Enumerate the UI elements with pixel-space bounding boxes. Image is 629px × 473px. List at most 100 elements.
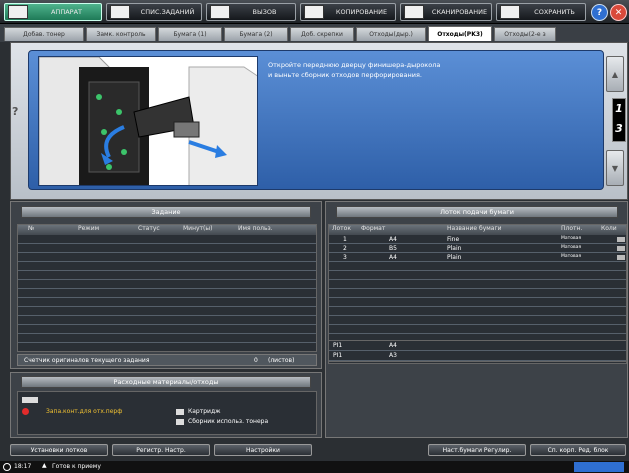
col-quantity: Коли [601, 225, 617, 232]
table-row[interactable] [18, 307, 316, 316]
edit-block-button[interactable]: Сп. корп. Ред. блок [530, 444, 626, 456]
copy-button[interactable]: КОПИРОВАНИЕ [300, 3, 396, 21]
paper-level-icon [617, 237, 625, 242]
status-time: 18:17 [14, 463, 32, 470]
tab-add-toner[interactable]: Добав. тонер [4, 27, 84, 41]
tray-number: 2 [343, 245, 347, 252]
page-up-button[interactable]: ▲ [606, 56, 624, 92]
col-number: № [28, 225, 35, 232]
page-indicator: 1 3 [612, 98, 626, 142]
counter-label: Счетчик оригиналов текущего задания [24, 357, 150, 364]
job-list-button[interactable]: СПИС.ЗАДАНИЙ [106, 3, 202, 21]
page-total: 3 [615, 122, 623, 135]
table-row[interactable] [329, 280, 626, 289]
tray-number: 1 [343, 236, 347, 243]
table-row[interactable]: 1 A4 Fine Матовая [329, 235, 626, 244]
tab-add-staples[interactable]: Доб. скрепки [290, 27, 354, 41]
table-row[interactable] [329, 307, 626, 316]
table-row[interactable]: PI1 A4 [329, 341, 626, 351]
status-bar: 18:17 ▲ Готов к приему [0, 461, 629, 473]
drum-icon [22, 397, 38, 403]
alert-icon [22, 408, 29, 415]
output-tray-table: PI1 A4 PI1 A3 [328, 340, 627, 362]
table-row[interactable] [18, 316, 316, 325]
table-row[interactable] [18, 334, 316, 343]
table-row[interactable] [18, 271, 316, 280]
punch-waste-alert: Запа.конт.для отх.перф [46, 408, 123, 415]
table-row[interactable] [18, 298, 316, 307]
tray-number: 3 [343, 254, 347, 261]
paper-tray-panel-title: Лоток подачи бумаги [336, 206, 618, 218]
tab-punch-waste[interactable]: Отходы(дыр.) [356, 27, 426, 41]
help-button[interactable]: ? [591, 4, 608, 21]
tab-paper-1[interactable]: Бумага (1) [158, 27, 222, 41]
table-row[interactable] [329, 271, 626, 280]
tray-weight: Матовая [561, 245, 582, 250]
tray-size: A4 [389, 236, 397, 243]
tab-paper-2[interactable]: Бумага (2) [224, 27, 288, 41]
store-button[interactable]: СОХРАНИТЬ [496, 3, 586, 21]
table-row[interactable]: 3 A4 Plain Матовая [329, 253, 626, 262]
counter-unit: (листов) [268, 357, 295, 364]
jobs-panel: Задание № Режим Статус Минут(ы) Имя поль… [10, 201, 322, 369]
tray-weight: Матовая [561, 254, 582, 259]
table-row[interactable]: PI1 A3 [329, 351, 626, 361]
paper-level-icon [617, 246, 625, 251]
table-row[interactable] [329, 298, 626, 307]
job-list-icon [110, 5, 130, 19]
paper-tray-panel: Лоток подачи бумаги Лоток Формат Названи… [325, 201, 628, 438]
page-current: 1 [615, 102, 623, 115]
table-row[interactable] [18, 235, 316, 244]
instruction-line-2: и выньте сборник отходов перфорирования. [268, 71, 422, 79]
table-row[interactable] [329, 289, 626, 298]
recall-button[interactable]: ВЫЗОВ [206, 3, 296, 21]
cartridge-icon [176, 409, 184, 415]
tray-settings-button[interactable]: Установки лотков [10, 444, 108, 456]
table-row[interactable] [329, 316, 626, 325]
col-paper-name: Название бумаги [447, 225, 502, 232]
jobs-panel-title: Задание [21, 206, 311, 218]
output-tray: PI1 [333, 352, 343, 359]
consumables-panel-title: Расходные материалы/отходы [21, 376, 311, 388]
finisher-diagram-icon [39, 57, 257, 185]
tab-closed-control[interactable]: Замк. контроль [86, 27, 156, 41]
counter-value: 0 [254, 357, 258, 364]
machine-button[interactable]: АППАРАТ [4, 3, 102, 21]
jobs-table-header: № Режим Статус Минут(ы) Имя польз. [18, 225, 316, 235]
paper-level-icon [617, 255, 625, 260]
paper-adjust-button[interactable]: Наст.бумаги Регулир. [428, 444, 526, 456]
guide-help-mark: ? [12, 105, 19, 118]
jobs-table: № Режим Статус Минут(ы) Имя польз. [17, 224, 317, 352]
page-down-button[interactable]: ▼ [606, 150, 624, 186]
table-row[interactable] [18, 280, 316, 289]
scan-button[interactable]: СКАНИРОВАНИЕ [400, 3, 492, 21]
col-weight: Плотн. [561, 225, 583, 232]
original-counter: Счетчик оригиналов текущего задания 0 (л… [17, 354, 317, 366]
table-row[interactable] [18, 244, 316, 253]
chevron-up-icon: ▲ [611, 69, 619, 79]
store-icon [500, 5, 520, 19]
finisher-illustration [38, 56, 258, 186]
settings-button[interactable]: Настройки [214, 444, 312, 456]
machine-icon [8, 5, 28, 19]
consumables-tab-bar: Добав. тонер Замк. контроль Бумага (1) Б… [0, 24, 629, 42]
close-button[interactable]: ✕ [610, 4, 627, 21]
table-row[interactable] [18, 325, 316, 334]
col-status: Статус [138, 225, 160, 232]
col-size: Формат [361, 225, 386, 232]
table-row[interactable] [329, 325, 626, 334]
register-settings-button[interactable]: Регистр. Настр. [112, 444, 210, 456]
scan-icon [404, 5, 424, 19]
tray-paper-name: Fine [447, 236, 460, 243]
table-row[interactable] [18, 253, 316, 262]
tab-waste-pk3[interactable]: Отходы(PK3) [428, 26, 492, 41]
table-row[interactable] [329, 262, 626, 271]
table-row[interactable]: 2 B5 Plain Матовая [329, 244, 626, 253]
tray-weight: Матовая [561, 236, 582, 241]
tab-waste-2[interactable]: Отходы(2-е з [494, 27, 556, 41]
table-row[interactable] [18, 289, 316, 298]
top-menu-bar: АППАРАТ СПИС.ЗАДАНИЙ ВЫЗОВ КОПИРОВАНИЕ С… [0, 0, 629, 24]
output-size: A4 [389, 342, 397, 349]
consumables-panel: Расходные материалы/отходы Запа.конт.для… [10, 372, 322, 438]
table-row[interactable] [18, 262, 316, 271]
